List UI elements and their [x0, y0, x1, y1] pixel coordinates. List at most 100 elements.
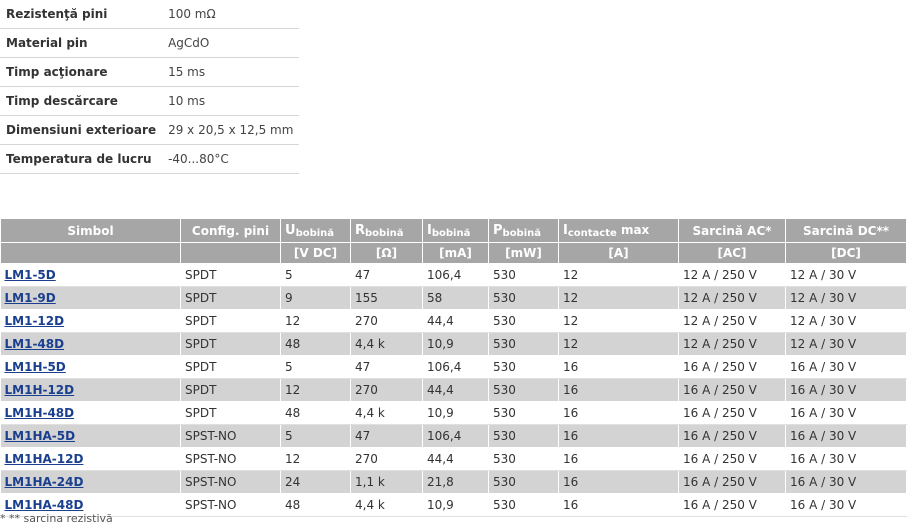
cell-dc: 12 A / 30 V [785, 286, 907, 310]
unit-r: [Ω] [350, 242, 423, 264]
table-row: LM1H-48D SPDT 48 4,4 k 10,9 530 16 16 A / 250 V… [0, 401, 907, 425]
spec-row: Material pin AgCdO [0, 28, 300, 58]
cell-i: 58 [422, 286, 489, 310]
cell-ac: 12 A / 250 V [678, 286, 786, 310]
cell-ac: 16 A / 250 V [678, 378, 786, 402]
cell-ic: 16 [558, 424, 679, 448]
cell-p: 530 [488, 493, 559, 517]
product-link[interactable]: LM1HA-12D [5, 452, 84, 466]
cell-config: SPST-NO [180, 470, 281, 494]
cell-dc: 16 A / 30 V [785, 447, 907, 471]
cell-ic: 16 [558, 401, 679, 425]
cell-p: 530 [488, 355, 559, 379]
cell-u: 12 [280, 309, 351, 333]
cell-ic: 16 [558, 470, 679, 494]
cell-r: 47 [350, 424, 423, 448]
cell-r: 4,4 k [350, 401, 423, 425]
product-link[interactable]: LM1-9D [5, 291, 56, 305]
table-row: LM1HA-48D SPST-NO 48 4,4 k 10,9 530 16 16 A / 2… [0, 493, 907, 517]
spec-label: Rezistenţă pini [0, 0, 163, 29]
cell-u: 48 [280, 493, 351, 517]
spec-row: Rezistenţă pini 100 mΩ [0, 0, 300, 29]
product-link[interactable]: LM1-12D [5, 314, 65, 328]
cell-ic: 16 [558, 447, 679, 471]
cell-config: SPST-NO [180, 493, 281, 517]
cell-ac: 16 A / 250 V [678, 447, 786, 471]
unit-p: [mW] [488, 242, 559, 264]
header-row: Simbol Config. pini Ubobină Rbobină Ibob… [0, 218, 907, 243]
cell-i: 44,4 [422, 309, 489, 333]
product-link[interactable]: LM1HA-5D [5, 429, 76, 443]
cell-dc: 16 A / 30 V [785, 401, 907, 425]
col-u-sub: bobină [295, 227, 335, 239]
cell-r: 4,4 k [350, 332, 423, 356]
products-body: LM1-5D SPDT 5 47 106,4 530 12 12 A / 250 V 12 A … [0, 263, 907, 517]
cell-u: 5 [280, 355, 351, 379]
cell-dc: 12 A / 30 V [785, 263, 907, 287]
cell-r: 270 [350, 309, 423, 333]
cell-i: 106,4 [422, 424, 489, 448]
product-link[interactable]: LM1H-12D [5, 383, 75, 397]
unit-simbol [0, 242, 181, 264]
col-r-main: R [355, 222, 366, 238]
spec-label: Material pin [0, 28, 163, 58]
cell-p: 530 [488, 401, 559, 425]
col-ic: Icontacte max [558, 218, 679, 243]
table-row: LM1-48D SPDT 48 4,4 k 10,9 530 12 12 A / 250 V1… [0, 332, 907, 356]
cell-u: 12 [280, 378, 351, 402]
cell-r: 270 [350, 378, 423, 402]
col-r-sub: bobină [365, 227, 404, 239]
cell-ac: 12 A / 250 V [678, 332, 786, 356]
cell-ac: 12 A / 250 V [678, 309, 786, 333]
col-config: Config. pini [180, 218, 281, 243]
spec-value: 10 ms [162, 86, 300, 116]
product-link[interactable]: LM1HA-48D [5, 498, 84, 512]
cell-dc: 16 A / 30 V [785, 355, 907, 379]
cell-simbol: LM1HA-12D [0, 447, 181, 471]
spec-value: 100 mΩ [162, 0, 300, 29]
col-p: Pbobină [488, 218, 559, 243]
cell-i: 21,8 [422, 470, 489, 494]
product-link[interactable]: LM1HA-24D [5, 475, 84, 489]
product-link[interactable]: LM1H-5D [5, 360, 66, 374]
table-row: LM1H-5D SPDT 5 47 106,4 530 16 16 A / 250 V 16 A… [0, 355, 907, 379]
cell-config: SPDT [180, 378, 281, 402]
cell-p: 530 [488, 286, 559, 310]
spec-row: Temperatura de lucru -40...80°C [0, 144, 300, 174]
cell-ac: 16 A / 250 V [678, 355, 786, 379]
cell-u: 5 [280, 424, 351, 448]
cell-p: 530 [488, 470, 559, 494]
cell-config: SPDT [180, 355, 281, 379]
product-link[interactable]: LM1H-48D [5, 406, 75, 420]
col-u-main: U [285, 222, 296, 238]
spec-row: Timp descărcare 10 ms [0, 86, 300, 116]
col-ic-suffix: max [616, 222, 650, 237]
cell-ac: 16 A / 250 V [678, 424, 786, 448]
cell-simbol: LM1H-12D [0, 378, 181, 402]
cell-u: 48 [280, 332, 351, 356]
cell-p: 530 [488, 309, 559, 333]
table-row: LM1HA-5D SPST-NO 5 47 106,4 530 16 16 A / 250 V… [0, 424, 907, 448]
col-i: Ibobină [422, 218, 489, 243]
cell-ic: 16 [558, 493, 679, 517]
cell-u: 24 [280, 470, 351, 494]
cell-i: 44,4 [422, 378, 489, 402]
spec-label: Timp descărcare [0, 86, 163, 116]
cell-ic: 16 [558, 355, 679, 379]
unit-ic: [A] [558, 242, 679, 264]
spec-row: Timp acţionare 15 ms [0, 57, 300, 87]
unit-config [180, 242, 281, 264]
col-p-sub: bobină [502, 227, 542, 239]
col-r: Rbobină [350, 218, 423, 243]
col-p-main: P [493, 222, 503, 238]
col-ac: Sarcină AC* [678, 218, 786, 243]
cell-i: 44,4 [422, 447, 489, 471]
product-link[interactable]: LM1-48D [5, 337, 65, 351]
spec-label: Temperatura de lucru [0, 144, 163, 174]
product-link[interactable]: LM1-5D [5, 268, 56, 282]
cell-ac: 12 A / 250 V [678, 263, 786, 287]
table-row: LM1-5D SPDT 5 47 106,4 530 12 12 A / 250 V 12 A … [0, 263, 907, 287]
table-row: LM1H-12D SPDT 12 270 44,4 530 16 16 A / 250 V 16… [0, 378, 907, 402]
cell-i: 106,4 [422, 263, 489, 287]
col-i-sub: bobină [431, 227, 471, 239]
